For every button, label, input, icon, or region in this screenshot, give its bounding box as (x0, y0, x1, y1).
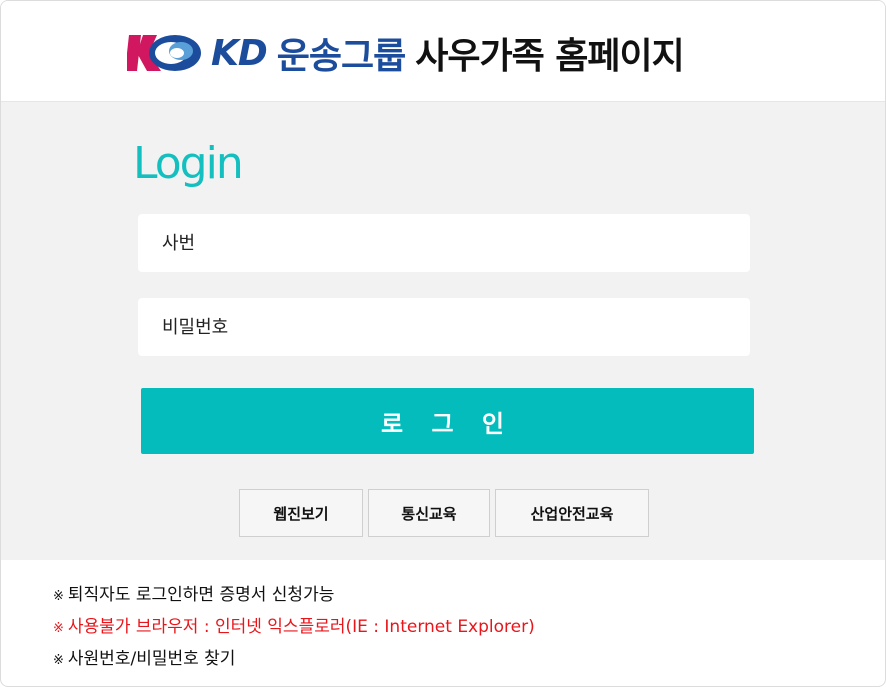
webzine-button[interactable]: 웹진보기 (239, 489, 363, 537)
login-section: Login 로 그 인 웹진보기 통신교육 산업안전교육 (1, 102, 885, 560)
login-button[interactable]: 로 그 인 (141, 388, 754, 454)
notice-unsupported-browser: ※ 사용불가 브라우저 : 인터넷 익스플로러(IE : Internet Exp… (53, 612, 535, 644)
correspondence-education-button[interactable]: 통신교육 (368, 489, 490, 537)
page-frame: KD 운송그룹 사우가족 홈페이지 Login 로 그 인 웹진보기 통신교육 … (0, 0, 886, 687)
password-input[interactable] (138, 298, 750, 356)
industrial-safety-education-button[interactable]: 산업안전교육 (495, 489, 649, 537)
page-title: 사우가족 홈페이지 (415, 36, 684, 77)
notice-text: 사용불가 브라우저 : 인터넷 익스플로러(IE : Internet Expl… (67, 617, 535, 637)
site-logo[interactable]: KD 운송그룹 사우가족 홈페이지 (127, 29, 685, 77)
notice-text[interactable]: 사원번호/비밀번호 찾기 (68, 649, 236, 669)
reference-mark-icon: ※ (53, 653, 64, 668)
notice-list: ※ 퇴직자도 로그인하면 증명서 신청가능 ※ 사용불가 브라우저 : 인터넷 익스… (53, 580, 535, 676)
brand-korean-text: 운송그룹 (276, 36, 406, 77)
find-id-password-link[interactable]: ※ 사원번호/비밀번호 찾기 (53, 644, 535, 676)
reference-mark-icon: ※ (53, 589, 64, 604)
notice-retiree-certificate: ※ 퇴직자도 로그인하면 증명서 신청가능 (53, 580, 535, 612)
notice-text: 퇴직자도 로그인하면 증명서 신청가능 (67, 585, 335, 605)
site-header: KD 운송그룹 사우가족 홈페이지 (1, 1, 885, 102)
reference-mark-icon: ※ (53, 621, 64, 636)
login-heading: Login (133, 138, 244, 189)
quick-links: 웹진보기 통신교육 산업안전교육 (239, 489, 649, 537)
employee-id-input[interactable] (138, 214, 750, 272)
brand-text: KD (211, 32, 268, 74)
kd-logo-icon (127, 35, 201, 71)
